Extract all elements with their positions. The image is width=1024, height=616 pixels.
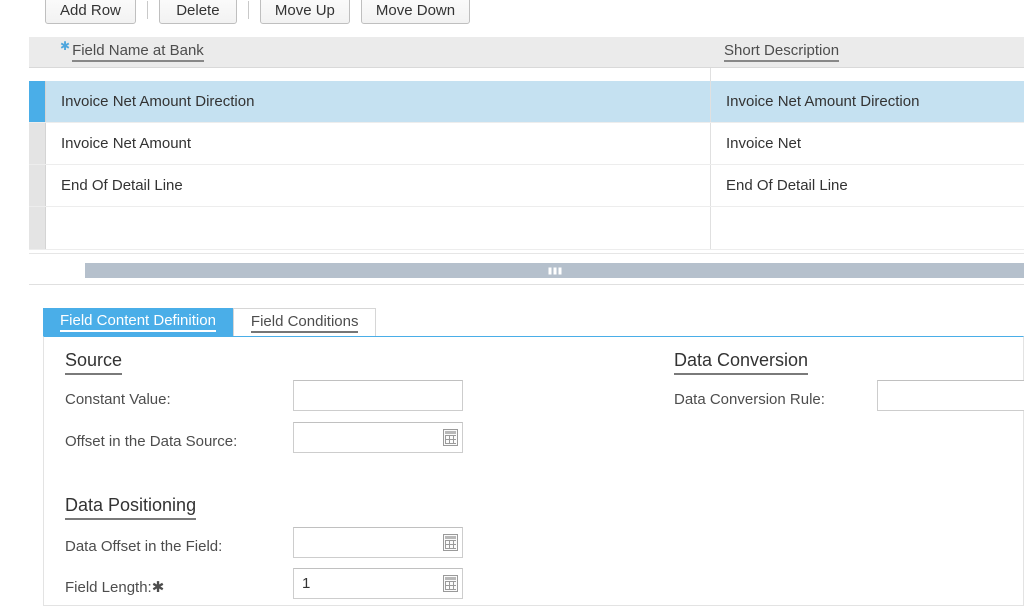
row-cell-short-description: [710, 68, 1024, 81]
row-gutter[interactable]: [29, 165, 46, 206]
row-cell-short-description[interactable]: End Of Detail Line: [710, 165, 1024, 206]
table-bottom-edge: [29, 284, 1024, 285]
label-data-offset-in-the-field: Data Offset in the Field:: [65, 535, 222, 557]
row-cell-short-description[interactable]: Invoice Net: [710, 123, 1024, 164]
row-cell-field-name[interactable]: End Of Detail Line: [46, 165, 710, 206]
column-header-label: Field Name at Bank: [72, 42, 204, 62]
row-selection-indicator[interactable]: [29, 81, 46, 122]
row-cell-short-description[interactable]: [710, 207, 1024, 249]
toolbar-separator: [247, 1, 249, 19]
table-row[interactable]: Invoice Net Amount Direction Invoice Net…: [29, 81, 1024, 123]
tab-field-content-definition[interactable]: Field Content Definition: [43, 308, 233, 337]
scrollbar-grip-icon: [548, 267, 561, 274]
move-up-button[interactable]: Move Up: [259, 0, 350, 24]
required-asterisk-icon: ✱: [151, 579, 165, 596]
section-title-source: Source: [65, 349, 123, 375]
value-help-icon[interactable]: [443, 534, 458, 551]
data-conversion-rule-input[interactable]: [877, 380, 1024, 411]
table-top-spacer-row: [29, 68, 1024, 81]
field-label: Data Conversion Rule:: [674, 390, 825, 408]
row-cell-field-name[interactable]: Invoice Net Amount Direction: [46, 81, 710, 122]
label-constant-value: Constant Value:: [65, 388, 171, 410]
tab-label: Field Content Definition: [60, 313, 216, 332]
table-row[interactable]: End Of Detail Line End Of Detail Line: [29, 165, 1024, 207]
header-gutter: [29, 37, 45, 67]
tab-field-conditions[interactable]: Field Conditions: [232, 308, 377, 337]
add-row-button[interactable]: Add Row: [45, 0, 136, 24]
delete-button[interactable]: Delete: [158, 0, 237, 24]
input-value: 1: [302, 575, 311, 592]
value-help-icon[interactable]: [443, 575, 458, 592]
row-cell-field-name: [46, 68, 710, 81]
table-header-row: ✱ Field Name at Bank Short Description: [29, 37, 1024, 68]
row-gutter[interactable]: [29, 207, 46, 249]
row-cell-field-name[interactable]: Invoice Net Amount: [46, 123, 710, 164]
row-cell-short-description[interactable]: Invoice Net Amount Direction: [710, 81, 1024, 122]
row-gutter: [29, 68, 46, 81]
fields-table: ✱ Field Name at Bank Short Description I…: [29, 37, 1024, 285]
app-root: Add Row Delete Move Up Move Down ✱ Field…: [0, 0, 1024, 616]
tab-label: Field Conditions: [250, 313, 359, 333]
column-header-field-name[interactable]: ✱ Field Name at Bank: [45, 37, 709, 67]
table-body: Invoice Net Amount Direction Invoice Net…: [29, 68, 1024, 250]
detail-tabbar: Field Content Definition Field Condition…: [43, 307, 377, 337]
column-header-label: Short Description: [724, 42, 840, 62]
move-down-button[interactable]: Move Down: [360, 0, 471, 24]
label-offset-in-the-data-source: Offset in the Data Source:: [65, 430, 237, 452]
horizontal-scrollbar-track[interactable]: [29, 258, 1024, 278]
value-help-icon[interactable]: [443, 429, 458, 446]
horizontal-scrollbar-thumb[interactable]: [85, 263, 1024, 278]
table-row[interactable]: [29, 207, 1024, 250]
field-label: Offset in the Data Source:: [65, 432, 238, 450]
table-row[interactable]: Invoice Net Amount Invoice Net: [29, 123, 1024, 165]
row-cell-field-name[interactable]: [46, 207, 710, 249]
field-label: Data Offset in the Field:: [65, 537, 223, 555]
row-gutter[interactable]: [29, 123, 46, 164]
constant-value-input[interactable]: [293, 380, 463, 411]
section-title-data-positioning: Data Positioning: [65, 494, 197, 520]
label-field-length: Field Length: ✱: [65, 576, 164, 598]
field-label: Constant Value:: [65, 390, 171, 408]
table-toolbar: Add Row Delete Move Up Move Down: [0, 0, 1024, 28]
label-data-conversion-rule: Data Conversion Rule:: [674, 388, 825, 410]
column-header-short-description[interactable]: Short Description: [709, 37, 1024, 67]
toolbar-separator: [146, 1, 148, 19]
data-offset-in-the-field-input[interactable]: [293, 527, 463, 558]
section-title-data-conversion: Data Conversion: [674, 349, 809, 375]
field-content-definition-panel: Source Constant Value: Offset in the Dat…: [43, 336, 1024, 606]
field-label: Field Length:: [65, 578, 152, 596]
required-asterisk-icon: ✱: [60, 39, 71, 53]
offset-in-the-data-source-input[interactable]: [293, 422, 463, 453]
table-scroll-area: [29, 253, 1024, 285]
field-length-input[interactable]: 1: [293, 568, 463, 599]
